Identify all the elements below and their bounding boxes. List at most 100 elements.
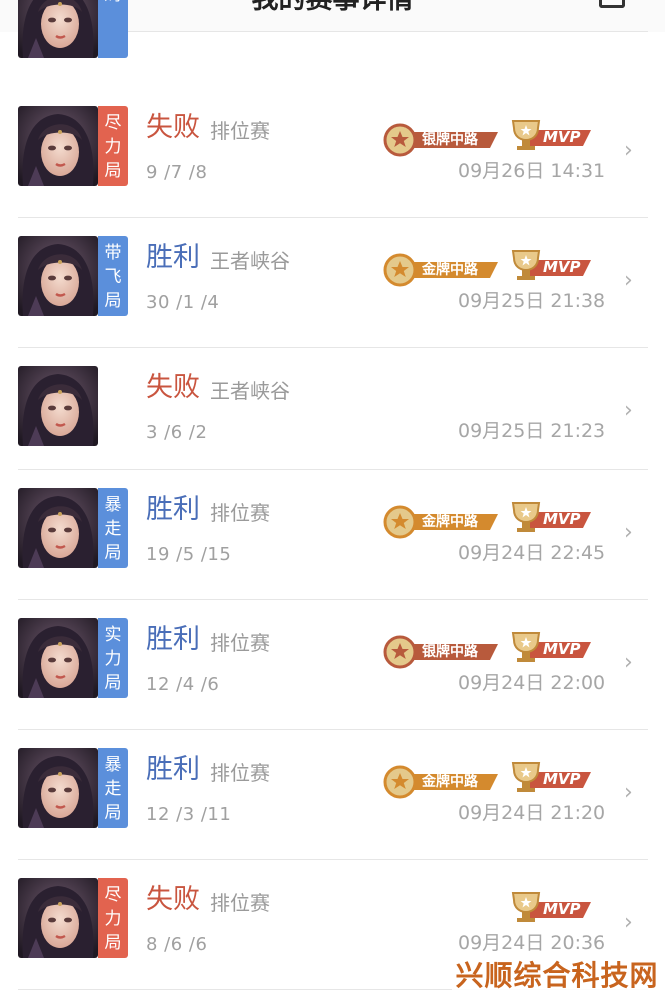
kda-stats: 30 /1 /4	[146, 292, 220, 313]
match-rating-tag: 尽力局	[98, 106, 128, 186]
hero-portrait-icon	[18, 366, 98, 446]
tag-char: 局	[104, 291, 122, 311]
game-mode: 排位赛	[210, 631, 270, 655]
kda-stats: 8 /6 /6	[146, 934, 208, 955]
match-time: 09月24日 21:20	[458, 802, 606, 824]
match-row[interactable]: 失败 王者峡谷 3 /6 /2 09月25日 21:23 ›	[18, 364, 648, 470]
lane-medal-label: 金牌中路	[422, 262, 478, 278]
tag-char: 局	[98, 0, 128, 7]
match-result: 胜利	[146, 624, 200, 655]
mvp-trophy-icon: MVP	[507, 630, 593, 666]
tag-char: 走	[104, 779, 122, 799]
match-time: 09月24日 22:00	[458, 672, 606, 694]
hero-portrait-icon	[18, 878, 98, 958]
chevron-right-icon[interactable]: ›	[624, 648, 633, 678]
match-rating-tag: 暴走局	[98, 748, 128, 828]
tag-char: 实	[104, 625, 122, 645]
chevron-right-icon[interactable]: ›	[624, 908, 633, 938]
chevron-right-icon[interactable]: ›	[624, 266, 633, 296]
hero-portrait-icon	[18, 618, 98, 698]
mvp-label: MVP	[543, 900, 581, 918]
game-mode: 排位赛	[210, 761, 270, 785]
kda-stats: 12 /3 /11	[146, 804, 232, 825]
mvp-label: MVP	[543, 640, 581, 658]
lane-medal-label: 银牌中路	[422, 132, 478, 148]
hero-portrait-icon	[18, 236, 98, 316]
mvp-label: MVP	[543, 770, 581, 788]
lane-medal-icon: 金牌中路	[382, 252, 500, 288]
chevron-right-icon[interactable]: ›	[624, 518, 633, 548]
chevron-right-icon[interactable]: ›	[624, 136, 633, 166]
mvp-label: MVP	[543, 128, 581, 146]
kda-stats: 12 /4 /6	[146, 674, 220, 695]
match-row[interactable]: 实力局胜利 排位赛 12 /4 /6 银牌中路 MVP 09月24日 22:00 ›	[18, 616, 648, 730]
lane-medal-label: 金牌中路	[422, 774, 478, 790]
tag-char: 力	[104, 909, 122, 929]
mvp-trophy-icon: MVP	[507, 118, 593, 154]
lane-medal-icon: 银牌中路	[382, 122, 500, 158]
lane-medal-icon: 银牌中路	[382, 634, 500, 670]
match-result: 失败	[146, 884, 200, 915]
game-mode: 排位赛	[210, 501, 270, 525]
mvp-trophy-icon: MVP	[507, 890, 593, 926]
tag-char: 尽	[104, 113, 122, 133]
tag-char: 局	[104, 161, 122, 181]
hero-avatar	[18, 488, 98, 568]
match-rating-tag: 局	[98, 0, 128, 58]
mvp-trophy-icon: MVP	[507, 760, 593, 796]
hero-portrait-icon	[18, 0, 98, 58]
tag-char: 局	[104, 543, 122, 563]
match-row[interactable]: 暴走局胜利 排位赛 12 /3 /11 金牌中路 MVP 09月24日 21:20 ›	[18, 746, 648, 860]
tag-char: 局	[104, 803, 122, 823]
match-result: 胜利	[146, 754, 200, 785]
tag-char: 暴	[104, 495, 122, 515]
mvp-trophy-icon: MVP	[507, 500, 593, 536]
hero-portrait-icon	[18, 748, 98, 828]
game-mode: 排位赛	[210, 119, 270, 143]
chevron-right-icon[interactable]: ›	[624, 778, 633, 808]
match-result: 失败	[146, 112, 200, 143]
hero-avatar	[18, 236, 98, 316]
hero-avatar	[18, 0, 98, 58]
hero-avatar	[18, 748, 98, 828]
hero-portrait-icon	[18, 488, 98, 568]
hero-avatar	[18, 366, 98, 446]
match-rating-tag: 尽力局	[98, 878, 128, 958]
tag-char: 力	[104, 649, 122, 669]
tag-char: 暴	[104, 755, 122, 775]
hero-avatar	[18, 878, 98, 958]
chevron-right-icon[interactable]: ›	[624, 396, 633, 426]
match-result: 失败	[146, 372, 200, 403]
hero-avatar	[18, 618, 98, 698]
match-row[interactable]: 局11 /3 /1609月26日 15:48	[18, 0, 648, 58]
match-rating-tag: 实力局	[98, 618, 128, 698]
match-result: 胜利	[146, 494, 200, 525]
match-time: 09月24日 22:45	[458, 542, 606, 564]
tag-char: 力	[104, 137, 122, 157]
mvp-label: MVP	[543, 258, 581, 276]
game-mode: 王者峡谷	[210, 379, 290, 403]
lane-medal-label: 金牌中路	[422, 514, 478, 530]
match-result: 胜利	[146, 242, 200, 273]
lane-medal-label: 银牌中路	[422, 644, 478, 660]
match-time: 09月24日 20:36	[458, 932, 606, 954]
match-row[interactable]: 暴走局胜利 排位赛 19 /5 /15 金牌中路 MVP 09月24日 22:45 ›	[18, 486, 648, 600]
tag-char: 局	[104, 933, 122, 953]
tag-char: 带	[104, 243, 122, 263]
kda-stats: 9 /7 /8	[146, 162, 208, 183]
game-mode: 排位赛	[210, 891, 270, 915]
hero-avatar	[18, 106, 98, 186]
match-time: 09月25日 21:23	[458, 420, 606, 442]
tag-char: 尽	[104, 885, 122, 905]
match-row[interactable]: 带飞局胜利 王者峡谷 30 /1 /4 金牌中路 MVP 09月25日 21:38 ›	[18, 234, 648, 348]
match-row[interactable]: 尽力局失败 排位赛 9 /7 /8 银牌中路 MVP 09月26日 14:31 ›	[18, 104, 648, 218]
tag-char: 走	[104, 519, 122, 539]
game-mode: 王者峡谷	[210, 249, 290, 273]
lane-medal-icon: 金牌中路	[382, 764, 500, 800]
kda-stats: 19 /5 /15	[146, 544, 232, 565]
match-time: 09月26日 15:48	[458, 0, 605, 2]
mvp-label: MVP	[543, 510, 581, 528]
mvp-trophy-icon: MVP	[507, 248, 593, 284]
match-rating-tag: 暴走局	[98, 488, 128, 568]
kda-stats: 3 /6 /2	[146, 422, 208, 443]
